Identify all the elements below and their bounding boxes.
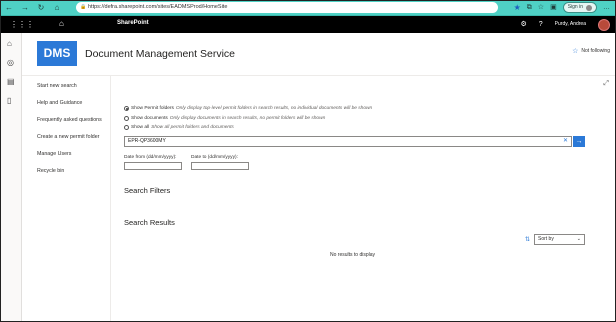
help-icon[interactable]: ? bbox=[539, 18, 543, 31]
nav-item-faq[interactable]: Frequently asked questions bbox=[37, 117, 102, 123]
radio-hint: Only display top-level permit folders in… bbox=[175, 106, 373, 111]
radio-label: Show Permit folders bbox=[131, 106, 174, 111]
sign-in-button[interactable]: Sign in bbox=[562, 2, 597, 13]
no-results-message: No results to display bbox=[330, 252, 376, 258]
address-bar[interactable]: 🔒 https://defra.sharepoint.com/sites/EAD… bbox=[76, 2, 498, 13]
follow-button[interactable]: ☆ Not following bbox=[572, 47, 610, 55]
app-launcher-icon[interactable]: ⋮⋮⋮ bbox=[10, 20, 34, 29]
home-icon[interactable]: ⌂ bbox=[52, 3, 62, 13]
follow-label: Not following bbox=[581, 48, 610, 54]
expand-icon[interactable]: ⤢ bbox=[603, 80, 609, 88]
favorite-star-icon[interactable]: ★ bbox=[514, 2, 521, 13]
collections-icon[interactable]: ☆ bbox=[538, 2, 544, 13]
chevron-down-icon: ⌄ bbox=[576, 236, 581, 242]
site-header: DMS Document Management Service ☆ Not fo… bbox=[22, 33, 616, 76]
browser-toolbar: ← → ↻ ⌂ 🔒 https://defra.sharepoint.com/s… bbox=[0, 0, 616, 16]
sort-by-dropdown[interactable]: Sort by ⌄ bbox=[534, 234, 585, 245]
suite-bar: ⋮⋮⋮ ⌂ SharePoint ⚙ ? Purdy, Andrea bbox=[0, 16, 616, 33]
radio-button[interactable] bbox=[124, 106, 129, 111]
main-content: ⤢ Show Permit folders Only display top-l… bbox=[112, 76, 616, 322]
sharepoint-home-icon[interactable]: ⌂ bbox=[59, 19, 64, 28]
extensions-icon[interactable]: ⧉ bbox=[527, 2, 532, 13]
news-icon[interactable]: ▤ bbox=[7, 78, 15, 86]
page-title[interactable]: Document Management Service bbox=[85, 48, 235, 60]
search-submit-button[interactable]: → bbox=[573, 136, 585, 147]
nav-item-help-and-guidance[interactable]: Help and Guidance bbox=[37, 100, 82, 106]
url-text: https://defra.sharepoint.com/sites/EADMS… bbox=[88, 4, 228, 10]
more-options-icon[interactable]: … bbox=[603, 2, 610, 13]
radio-label: Show documents bbox=[131, 116, 168, 121]
profile-icon bbox=[586, 4, 592, 11]
app-name[interactable]: SharePoint bbox=[117, 20, 149, 26]
sort-by-label: Sort by bbox=[538, 236, 554, 242]
radio-button[interactable] bbox=[124, 116, 129, 121]
sort-order-icon[interactable]: ⇅ bbox=[525, 236, 530, 243]
radio-label: Show all bbox=[131, 125, 150, 130]
settings-gear-icon[interactable]: ⚙ bbox=[520, 18, 526, 31]
nav-item-recycle-bin[interactable]: Recycle bin bbox=[37, 168, 64, 174]
site-logo[interactable]: DMS bbox=[37, 41, 77, 66]
home-icon[interactable]: ⌂ bbox=[7, 40, 12, 48]
clear-search-icon[interactable]: ✕ bbox=[563, 137, 568, 146]
tabs-icon[interactable]: ▣ bbox=[550, 2, 557, 13]
radio-button[interactable] bbox=[124, 125, 129, 130]
nav-item-manage-users[interactable]: Manage Users bbox=[37, 151, 71, 157]
radio-show-all[interactable]: Show all Show all permit folders and doc… bbox=[124, 125, 234, 130]
nav-item-start-new-search[interactable]: Start new search bbox=[37, 83, 77, 89]
search-results-heading: Search Results bbox=[124, 218, 175, 227]
refresh-icon[interactable]: ↻ bbox=[36, 3, 46, 13]
globe-icon[interactable]: ◎ bbox=[7, 59, 14, 67]
star-icon: ☆ bbox=[572, 48, 579, 55]
radio-hint: Only display documents in search results… bbox=[169, 116, 326, 121]
avatar[interactable] bbox=[598, 18, 610, 31]
date-to-label: Date to (dd/mm/yyyy): bbox=[191, 155, 238, 160]
nav-item-create-permit-folder[interactable]: Create a new permit folder bbox=[37, 134, 99, 140]
date-from-input[interactable] bbox=[124, 162, 182, 170]
search-input[interactable]: EPR-QP3600MY bbox=[124, 136, 572, 147]
sign-in-label: Sign in bbox=[567, 4, 583, 10]
date-from-label: Date from (dd/mm/yyyy): bbox=[124, 155, 177, 160]
date-to-input[interactable] bbox=[191, 162, 249, 170]
search-filters-heading: Search Filters bbox=[124, 186, 171, 195]
left-navigation: Start new search Help and Guidance Frequ… bbox=[22, 76, 111, 322]
radio-hint: Show all permit folders and documents bbox=[151, 125, 234, 130]
user-name[interactable]: Purdy, Andrea bbox=[555, 18, 586, 31]
app-rail: ⌂ ◎ ▤ ▯ bbox=[0, 33, 22, 322]
arrow-right-icon[interactable]: → bbox=[20, 3, 30, 13]
radio-show-permit-folders[interactable]: Show Permit folders Only display top-lev… bbox=[124, 106, 372, 111]
document-icon[interactable]: ▯ bbox=[7, 97, 11, 105]
arrow-left-icon[interactable]: ← bbox=[4, 3, 14, 13]
lock-icon: 🔒 bbox=[80, 4, 87, 10]
radio-show-documents[interactable]: Show documents Only display documents in… bbox=[124, 116, 325, 121]
arrow-right-icon: → bbox=[575, 138, 583, 145]
